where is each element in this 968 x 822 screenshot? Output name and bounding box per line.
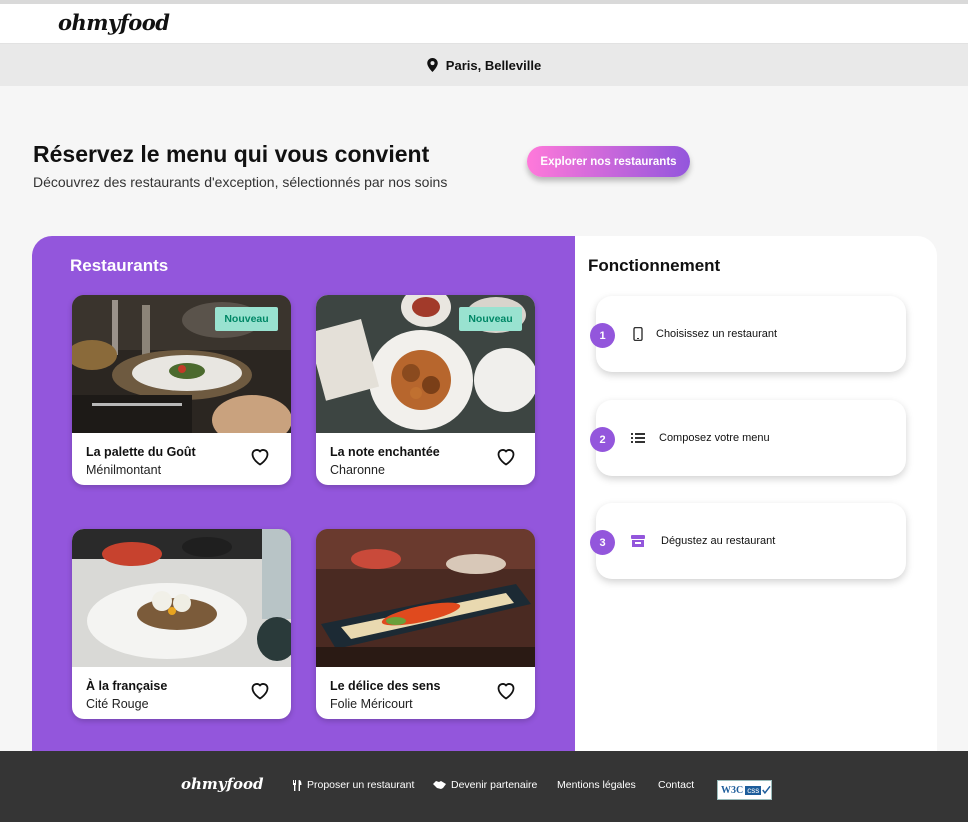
restaurant-card[interactable]: Nouveau La note enchantée Charonne xyxy=(316,295,535,485)
restaurant-photo xyxy=(72,529,291,667)
location-text: Paris, Belleville xyxy=(445,57,542,73)
restaurant-name: Le délice des sens xyxy=(330,679,441,693)
checkmark-icon xyxy=(762,785,771,795)
w3c-badge-right: css xyxy=(745,785,762,795)
restaurant-photo: Nouveau xyxy=(72,295,291,433)
footer-logo[interactable]: ohmyfood xyxy=(181,775,263,793)
step-number: 3 xyxy=(590,530,615,555)
heart-icon[interactable] xyxy=(494,444,518,468)
restaurant-area: Ménilmontant xyxy=(86,463,162,477)
footer-link-label: Proposer un restaurant xyxy=(307,779,415,791)
restaurant-name: La note enchantée xyxy=(330,445,440,459)
restaurant-name: À la française xyxy=(86,679,168,693)
mobile-phone-icon xyxy=(633,327,643,341)
restaurant-name: La palette du Goût xyxy=(86,445,196,459)
step-label: Dégustez au restaurant xyxy=(661,535,776,547)
footer-link-propose-restaurant[interactable]: Proposer un restaurant xyxy=(293,779,414,791)
page-title: Réservez le menu qui vous convient xyxy=(33,141,430,167)
step-number: 2 xyxy=(590,427,615,452)
new-badge: Nouveau xyxy=(459,307,522,331)
restaurant-photo xyxy=(316,529,535,667)
step-card: 3 Dégustez au restaurant xyxy=(590,503,906,579)
restaurant-area: Folie Méricourt xyxy=(330,697,413,711)
footer-link-contact[interactable]: Contact xyxy=(658,779,694,791)
step-card: 2 Composez votre menu xyxy=(590,400,906,476)
footer-link-label: Mentions légales xyxy=(557,779,636,791)
restaurant-card[interactable]: Nouveau La palette du Goût Ménilmontant xyxy=(72,295,291,485)
w3c-badge-left: W3C xyxy=(721,784,744,796)
step-label: Choisissez un restaurant xyxy=(656,328,778,340)
restaurant-area: Charonne xyxy=(330,463,385,477)
location-bar: Paris, Belleville xyxy=(0,44,968,86)
list-icon xyxy=(631,433,645,443)
logo[interactable]: ohmyfood xyxy=(58,10,170,35)
page-subtitle: Découvrez des restaurants d'exception, s… xyxy=(33,174,448,190)
w3c-css-badge[interactable]: W3C css xyxy=(717,780,772,800)
step-label: Composez votre menu xyxy=(659,432,770,444)
restaurant-area: Cité Rouge xyxy=(86,697,149,711)
footer: ohmyfood Proposer un restaurant Devenir … xyxy=(0,751,968,822)
heart-icon[interactable] xyxy=(248,444,272,468)
restaurants-title: Restaurants xyxy=(70,256,169,275)
step-number: 1 xyxy=(590,323,615,348)
handshake-icon xyxy=(433,781,446,789)
store-icon xyxy=(631,535,645,547)
heart-icon[interactable] xyxy=(248,678,272,702)
map-pin-icon xyxy=(427,58,438,72)
restaurant-photo: Nouveau xyxy=(316,295,535,433)
footer-link-label: Devenir partenaire xyxy=(451,779,538,791)
heart-icon[interactable] xyxy=(494,678,518,702)
footer-link-label: Contact xyxy=(658,779,695,791)
step-card: 1 Choisissez un restaurant xyxy=(590,296,906,372)
footer-link-legal-notice[interactable]: Mentions légales xyxy=(557,779,636,791)
explore-restaurants-button[interactable]: Explorer nos restaurants xyxy=(527,146,690,177)
how-it-works-title: Fonctionnement xyxy=(588,256,721,275)
utensils-icon xyxy=(293,779,302,791)
footer-link-become-partner[interactable]: Devenir partenaire xyxy=(433,779,537,791)
restaurant-card[interactable]: Le délice des sens Folie Méricourt xyxy=(316,529,535,719)
restaurant-card[interactable]: À la française Cité Rouge xyxy=(72,529,291,719)
new-badge: Nouveau xyxy=(215,307,278,331)
top-header: ohmyfood xyxy=(0,0,968,44)
